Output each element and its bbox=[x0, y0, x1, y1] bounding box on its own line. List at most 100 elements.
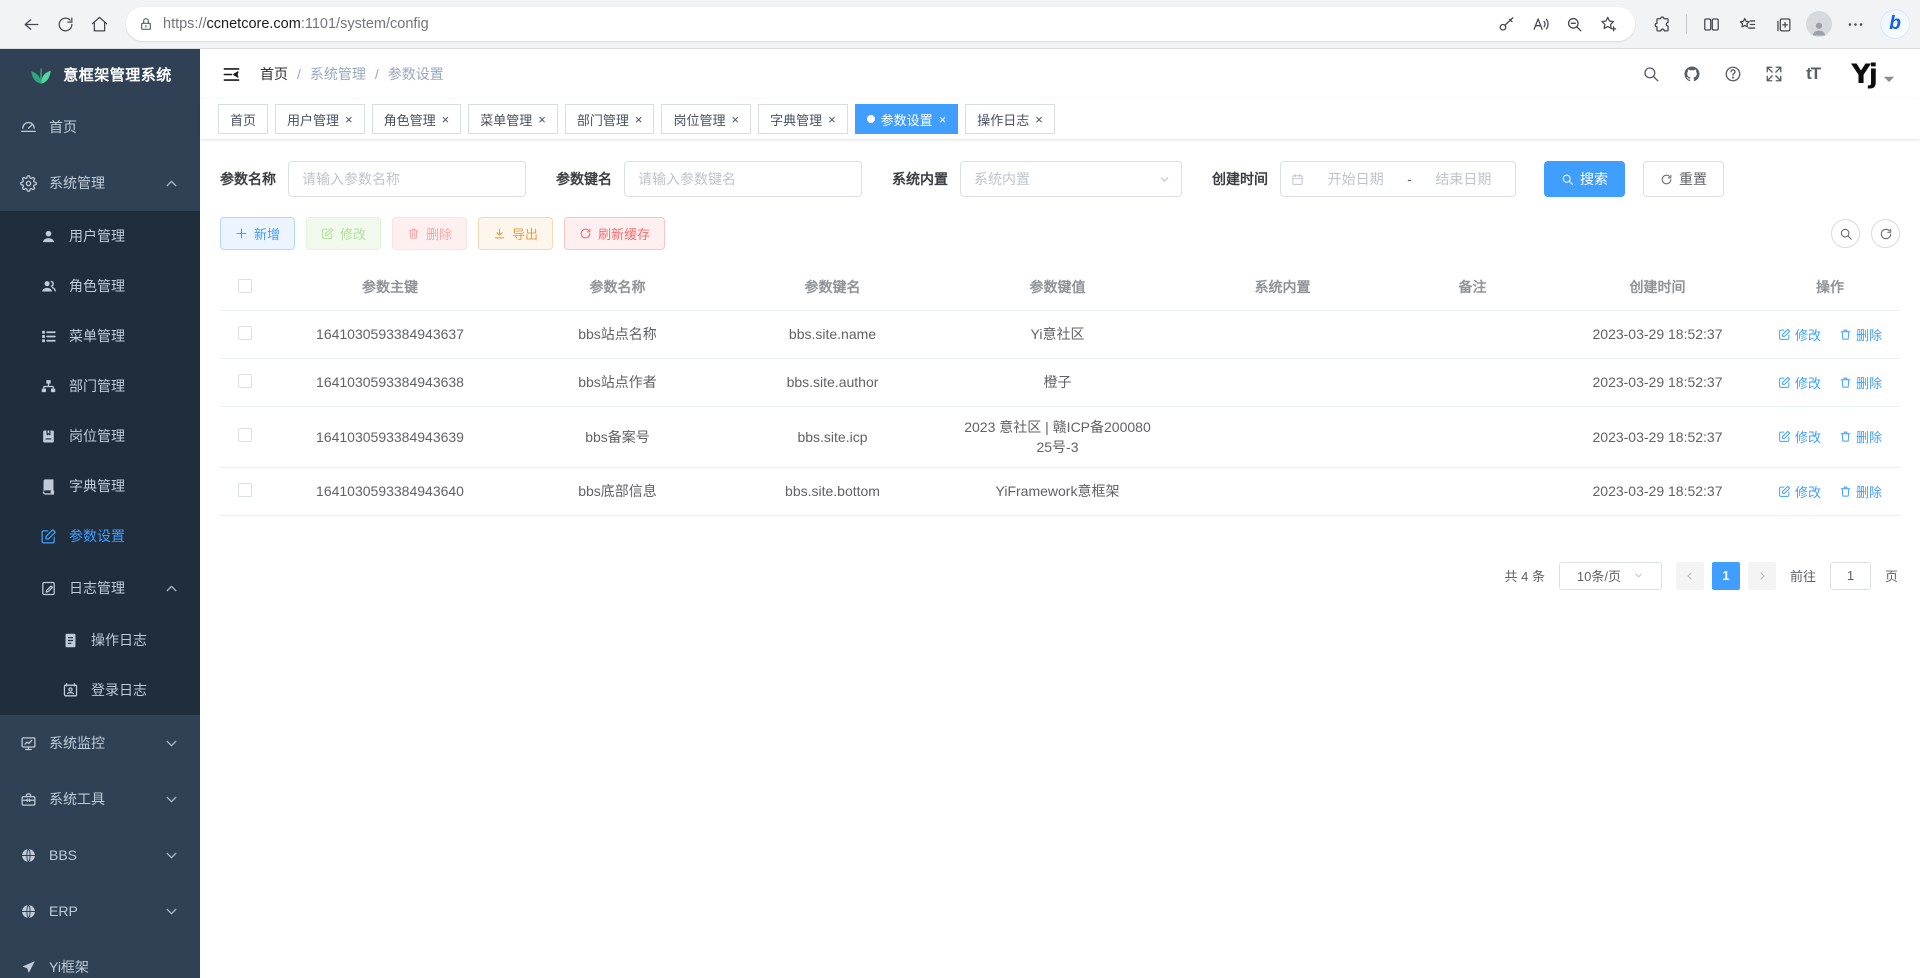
row-delete-link[interactable]: 删除 bbox=[1839, 325, 1882, 344]
row-delete-link[interactable]: 删除 bbox=[1839, 427, 1882, 446]
tab-param-settings[interactable]: 参数设置× bbox=[855, 104, 959, 134]
sidebar-collapse-button[interactable] bbox=[216, 59, 246, 89]
users-icon bbox=[40, 278, 57, 295]
toggle-search-button[interactable] bbox=[1831, 219, 1860, 248]
header-search-button[interactable] bbox=[1642, 65, 1660, 83]
tab-home[interactable]: 首页 bbox=[218, 104, 268, 134]
refresh-table-button[interactable] bbox=[1871, 219, 1900, 248]
param-key-label: 参数键名 bbox=[556, 169, 612, 189]
close-icon[interactable]: × bbox=[345, 113, 353, 126]
param-name-input[interactable] bbox=[288, 161, 526, 197]
sidebar-item-bbs[interactable]: BBS bbox=[0, 827, 200, 883]
select-all-checkbox[interactable] bbox=[238, 279, 252, 293]
add-button[interactable]: 新增 bbox=[220, 217, 295, 250]
close-icon[interactable]: × bbox=[731, 113, 739, 126]
tab-menu-mgmt[interactable]: 菜单管理× bbox=[468, 104, 558, 134]
collections-button[interactable] bbox=[1766, 7, 1800, 41]
tab-dept-mgmt[interactable]: 部门管理× bbox=[565, 104, 655, 134]
row-edit-link[interactable]: 修改 bbox=[1778, 325, 1821, 344]
export-button[interactable]: 导出 bbox=[478, 217, 553, 250]
user-menu[interactable]: Yj bbox=[1843, 59, 1898, 90]
next-page-button[interactable] bbox=[1748, 562, 1776, 590]
sidebar-item-operation-log[interactable]: 操作日志 bbox=[0, 615, 200, 665]
sidebar-item-system-mgmt[interactable]: 系统管理 bbox=[0, 155, 200, 211]
browser-more-button[interactable] bbox=[1838, 7, 1872, 41]
sidebar-item-yi-framework[interactable]: Yi框架 bbox=[0, 939, 200, 978]
copilot-button[interactable]: b bbox=[1880, 9, 1910, 39]
tab-user-mgmt[interactable]: 用户管理× bbox=[275, 104, 365, 134]
refresh-cache-button[interactable]: 刷新缓存 bbox=[564, 217, 665, 250]
text-size-button[interactable]: tT bbox=[1806, 64, 1820, 84]
sidebar-item-home[interactable]: 首页 bbox=[0, 99, 200, 155]
cell-param-id: 1641030593384943638 bbox=[270, 358, 510, 406]
delete-button[interactable]: 删除 bbox=[392, 217, 467, 250]
reset-button[interactable]: 重置 bbox=[1643, 161, 1724, 197]
browser-essentials-button[interactable] bbox=[1645, 7, 1679, 41]
close-icon[interactable]: × bbox=[828, 113, 836, 126]
edit-button[interactable]: 修改 bbox=[306, 217, 381, 250]
sidebar-item-label: 部门管理 bbox=[69, 376, 125, 396]
row-checkbox[interactable] bbox=[238, 326, 252, 340]
row-delete-link[interactable]: 删除 bbox=[1839, 482, 1882, 501]
table-row: 1641030593384943638 bbs站点作者 bbs.site.aut… bbox=[220, 358, 1900, 406]
sidebar-item-log-mgmt[interactable]: 日志管理 bbox=[0, 561, 200, 615]
tab-dict-mgmt[interactable]: 字典管理× bbox=[758, 104, 848, 134]
tab-role-mgmt[interactable]: 角色管理× bbox=[372, 104, 462, 134]
close-icon[interactable]: × bbox=[939, 113, 947, 126]
row-checkbox[interactable] bbox=[238, 483, 252, 497]
sidebar-item-dict-mgmt[interactable]: 字典管理 bbox=[0, 461, 200, 511]
row-edit-link[interactable]: 修改 bbox=[1778, 482, 1821, 501]
close-icon[interactable]: × bbox=[538, 113, 546, 126]
breadcrumb-separator: / bbox=[297, 66, 301, 82]
sidebar-item-system-monitor[interactable]: 系统监控 bbox=[0, 715, 200, 771]
split-screen-button[interactable] bbox=[1694, 7, 1728, 41]
row-edit-link[interactable]: 修改 bbox=[1778, 373, 1821, 392]
trash-icon bbox=[1839, 430, 1852, 443]
zoom-out-button[interactable] bbox=[1559, 9, 1589, 39]
sidebar-item-system-tools[interactable]: 系统工具 bbox=[0, 771, 200, 827]
row-checkbox[interactable] bbox=[238, 428, 252, 442]
tab-operation-log[interactable]: 操作日志× bbox=[965, 104, 1055, 134]
close-icon[interactable]: × bbox=[442, 113, 450, 126]
breadcrumb-home[interactable]: 首页 bbox=[260, 64, 288, 84]
favorites-button[interactable] bbox=[1730, 7, 1764, 41]
sidebar-item-param-settings[interactable]: 参数设置 bbox=[0, 511, 200, 561]
fullscreen-button[interactable] bbox=[1765, 65, 1783, 83]
param-key-input[interactable] bbox=[624, 161, 862, 197]
browser-refresh-button[interactable] bbox=[48, 7, 82, 41]
sidebar-item-menu-mgmt[interactable]: 菜单管理 bbox=[0, 311, 200, 361]
row-delete-link[interactable]: 删除 bbox=[1839, 373, 1882, 392]
add-favorite-button[interactable] bbox=[1593, 9, 1623, 39]
row-checkbox[interactable] bbox=[238, 374, 252, 388]
sidebar-item-user-mgmt[interactable]: 用户管理 bbox=[0, 211, 200, 261]
date-range-picker[interactable]: 开始日期 - 结束日期 bbox=[1280, 161, 1516, 197]
sidebar-item-role-mgmt[interactable]: 角色管理 bbox=[0, 261, 200, 311]
github-link[interactable] bbox=[1683, 65, 1701, 83]
browser-back-button[interactable] bbox=[14, 7, 48, 41]
builtin-select[interactable]: 系统内置 bbox=[960, 161, 1182, 197]
page-size-select[interactable]: 10条/页 bbox=[1559, 562, 1662, 590]
prev-page-button[interactable] bbox=[1676, 562, 1704, 590]
sidebar-item-erp[interactable]: ERP bbox=[0, 883, 200, 939]
goto-page-input[interactable] bbox=[1830, 562, 1871, 590]
browser-home-button[interactable] bbox=[82, 7, 116, 41]
sidebar-item-login-log[interactable]: 登录日志 bbox=[0, 665, 200, 715]
page-number-1[interactable]: 1 bbox=[1712, 562, 1740, 590]
profile-button[interactable] bbox=[1802, 7, 1836, 41]
person-icon bbox=[1810, 19, 1828, 37]
read-aloud-button[interactable] bbox=[1525, 9, 1555, 39]
tab-post-mgmt[interactable]: 岗位管理× bbox=[661, 104, 751, 134]
favorites-star-icon bbox=[1738, 15, 1757, 34]
table-row: 1641030593384943640 bbs底部信息 bbs.site.bot… bbox=[220, 467, 1900, 515]
close-icon[interactable]: × bbox=[1035, 113, 1043, 126]
cell-param-key: bbs.site.bottom bbox=[725, 467, 940, 515]
app-logo[interactable]: 意框架管理系统 bbox=[0, 49, 200, 99]
close-icon[interactable]: × bbox=[635, 113, 643, 126]
help-button[interactable] bbox=[1724, 65, 1742, 83]
search-button[interactable]: 搜索 bbox=[1544, 161, 1625, 197]
sidebar-item-dept-mgmt[interactable]: 部门管理 bbox=[0, 361, 200, 411]
password-key-button[interactable] bbox=[1491, 9, 1521, 39]
sidebar-item-post-mgmt[interactable]: 岗位管理 bbox=[0, 411, 200, 461]
row-edit-link[interactable]: 修改 bbox=[1778, 427, 1821, 446]
address-bar[interactable]: https://ccnetcore.com:1101/system/config bbox=[126, 7, 1635, 41]
